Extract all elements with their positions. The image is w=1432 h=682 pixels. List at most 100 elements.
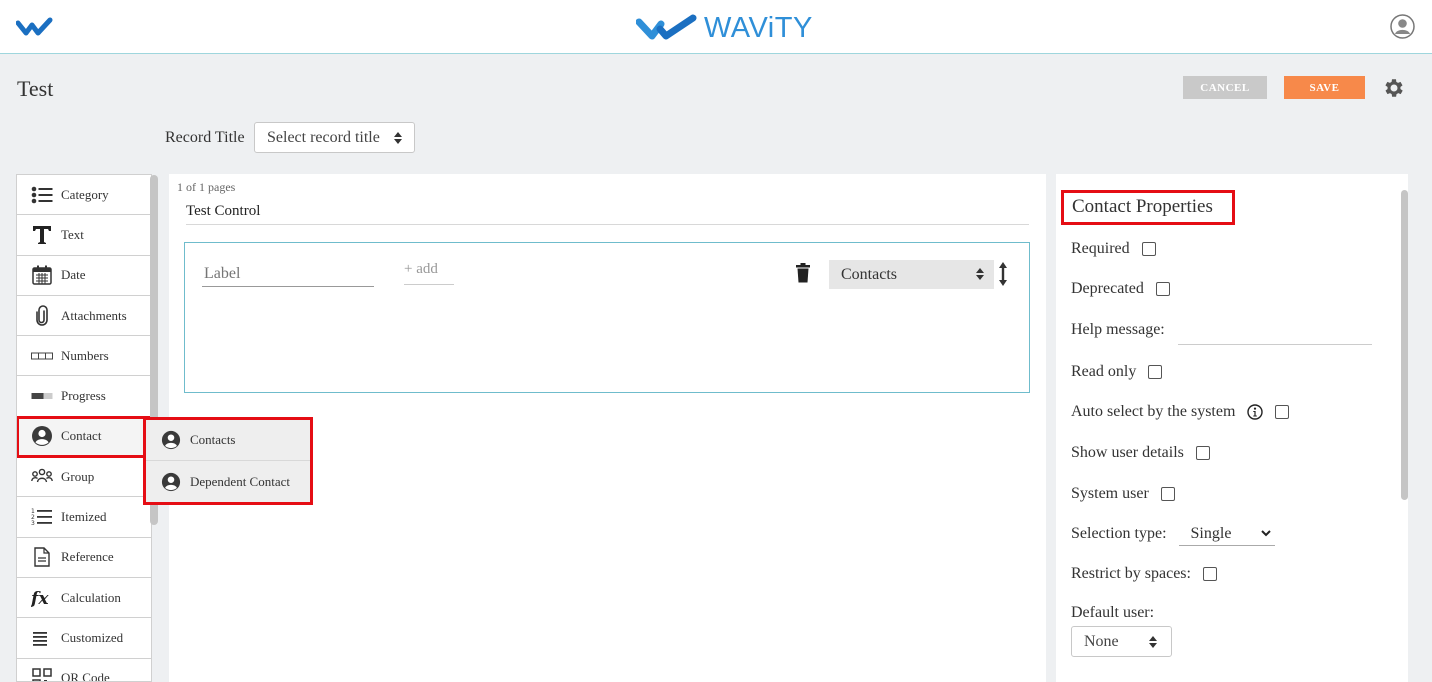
save-button[interactable]: SAVE [1284,76,1365,99]
auto-select-checkbox[interactable] [1275,405,1290,419]
prop-label: Auto select by the system [1071,403,1236,420]
prop-default-user: Default user: [1071,604,1154,622]
prop-label: Deprecated [1071,280,1144,297]
record-title-select-value: Select record title [267,128,380,146]
palette-item-label: Category [61,186,109,202]
properties-scrollbar[interactable] [1401,190,1408,500]
calendar-icon [32,265,52,285]
palette-item-attachments[interactable]: Attachments [17,296,151,337]
trash-icon[interactable] [795,263,811,283]
wavity-logo-icon[interactable] [16,17,54,37]
list-bullets-icon [31,186,53,203]
palette-item-label: Attachments [61,307,127,323]
prop-auto-select: Auto select by the system [1071,403,1290,421]
record-title-select[interactable]: Select record title [254,122,415,153]
selection-type-value: Single [1190,524,1232,542]
control-palette: Category Text Date Attachments Numbers P… [16,174,152,682]
person-circle-icon [32,426,52,447]
info-icon[interactable] [1247,404,1264,420]
person-circle-icon [161,430,181,450]
updown-arrows-icon [1149,636,1157,648]
read-only-checkbox[interactable] [1148,365,1163,379]
required-checkbox[interactable] [1141,242,1156,256]
palette-item-qr-code[interactable]: QR Code [17,659,151,682]
paperclip-icon [36,304,48,326]
updown-arrows-icon [976,268,984,280]
wavity-logo-mark-icon [636,14,697,40]
group-people-icon [31,468,53,482]
palette-item-reference[interactable]: Reference [17,538,151,578]
submenu-item-label: Dependent Contact [190,473,290,489]
prop-help-message: Help message: [1071,321,1165,339]
selection-type-select[interactable]: Single [1178,522,1275,546]
svg-text:3: 3 [31,520,35,527]
palette-item-label: Reference [61,549,114,565]
prop-label: Default user: [1071,604,1155,621]
palette-item-date[interactable]: Date [17,256,151,296]
system-user-checkbox[interactable] [1160,487,1175,501]
function-fx-icon: fx [31,589,49,609]
contact-submenu: Contacts Dependent Contact [143,417,313,505]
palette-item-customized[interactable]: Customized [17,618,151,659]
person-circle-icon [161,472,181,491]
prop-selection-type: Selection type: Single [1071,522,1275,546]
add-option-link[interactable]: + add [404,261,454,285]
control-box[interactable]: + add Contacts [184,242,1030,393]
prop-label: Show user details [1071,444,1184,461]
help-message-input[interactable] [1178,344,1372,345]
page-count: 1 of 1 pages [177,180,236,194]
default-user-select[interactable]: None [1071,626,1172,657]
updown-arrows-icon [394,132,402,144]
progress-bar-icon [31,393,53,400]
gear-icon[interactable] [1382,76,1406,100]
palette-item-label: Group [61,468,95,484]
palette-item-contact[interactable]: Contact [17,415,151,459]
record-title-label: Record Title [165,129,245,146]
control-type-select[interactable]: Contacts [829,260,994,289]
palette-item-text[interactable]: Text [17,215,151,256]
deprecated-checkbox[interactable] [1155,282,1170,296]
show-user-details-checkbox[interactable] [1195,446,1210,460]
prop-label: Restrict by spaces: [1071,565,1191,582]
top-bar: WAViTY [0,0,1432,54]
restrict-by-spaces-checkbox[interactable] [1202,567,1217,581]
qr-code-icon [32,668,52,681]
palette-item-progress[interactable]: Progress [17,376,151,417]
palette-item-label: QR Code [61,670,110,682]
control-type-value: Contacts [841,265,897,283]
prop-label: Help message: [1071,321,1165,338]
label-input[interactable] [202,261,374,287]
chevron-down-icon [1260,530,1271,537]
brand-name: WAViTY [704,11,813,44]
page-name-field[interactable]: Test Control [186,201,1029,225]
palette-item-numbers[interactable]: Numbers [17,336,151,377]
brand-logo: WAViTY [636,12,813,44]
palette-item-category[interactable]: Category [17,175,151,216]
palette-item-label: Itemized [61,509,107,525]
prop-label: System user [1071,485,1149,502]
properties-panel: Contact Properties Required Deprecated H… [1056,174,1408,682]
palette-item-group[interactable]: Group [17,457,151,498]
submenu-item-dependent-contact[interactable]: Dependent Contact [146,461,310,502]
move-vertical-icon[interactable] [998,262,1008,286]
prop-system-user: System user [1071,485,1175,503]
prop-label: Read only [1071,363,1137,380]
prop-label: Required [1071,240,1130,257]
default-user-value: None [1084,632,1119,650]
properties-title: Contact Properties [1061,190,1235,225]
submenu-item-label: Contacts [190,432,236,447]
cancel-button[interactable]: CANCEL [1183,76,1267,99]
palette-item-itemized[interactable]: 1 2 3 Itemized [17,497,151,538]
submenu-item-contacts[interactable]: Contacts [146,420,310,461]
palette-item-calculation[interactable]: fx Calculation [17,578,151,619]
prop-restrict-by-spaces: Restrict by spaces: [1071,565,1217,583]
palette-item-label: Text [61,226,84,242]
palette-item-label: Numbers [61,347,109,363]
palette-item-label: Progress [61,388,106,404]
prop-show-user-details: Show user details [1071,444,1210,462]
lines-icon [33,631,47,646]
user-avatar-icon[interactable] [1390,14,1415,39]
prop-read-only: Read only [1071,363,1163,381]
svg-text:fx: fx [31,589,49,609]
prop-required: Required [1071,240,1156,258]
